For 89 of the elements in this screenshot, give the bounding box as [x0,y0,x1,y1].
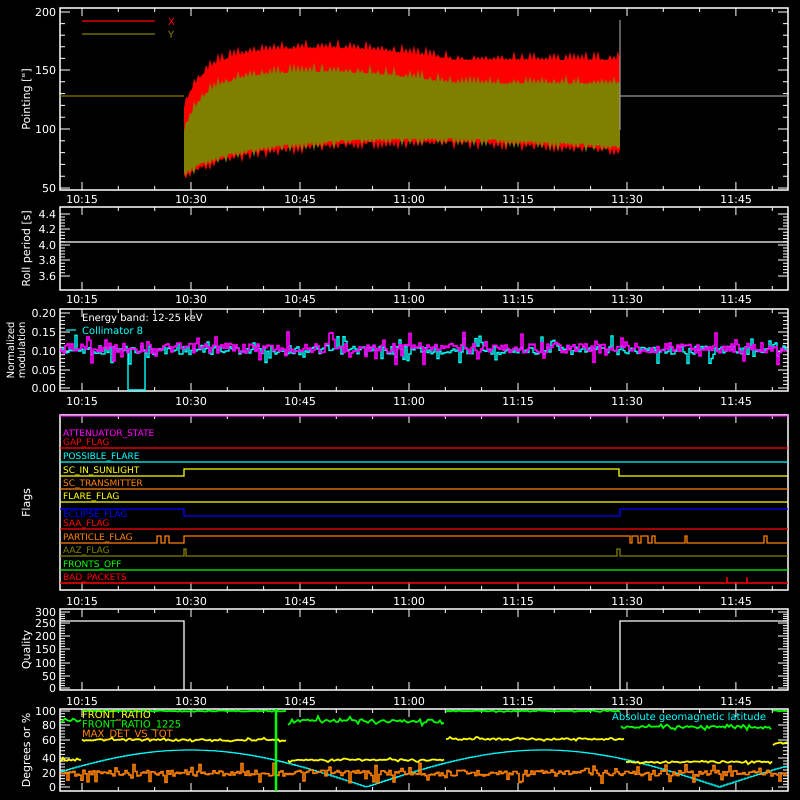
tick-label: 0.20 [32,307,56,320]
flag-label: SC_IN_SUNLIGHT [63,466,140,476]
tick-label: 4.2 [38,223,56,236]
tick-label: 4.0 [38,239,56,252]
time-tick-label: 11:30 [611,293,643,306]
time-tick-label: 10:45 [284,193,316,206]
flag-label: FRONTS_OFF [63,560,122,570]
legend-label: MAX_DET_VS_TOT [82,729,173,740]
y-axis-label: Quality [20,630,33,670]
flag-label: ECLIPSE_FLAG [63,510,128,520]
tick-label: 50 [42,670,56,683]
time-tick-label: 10:30 [175,395,207,408]
y-axis-label: modulation [17,322,28,378]
time-tick-label: 11:45 [720,293,752,306]
time-tick-label: 10:15 [66,293,98,306]
time-tick-label: 10:15 [66,395,98,408]
flag-label: PARTICLE_FLAG [63,533,133,543]
tick-label: 100 [35,705,56,718]
time-tick-label: 11:30 [611,193,643,206]
time-tick-label: 10:45 [284,293,316,306]
legend-label: FRONT_RATIO_1225 [82,720,182,730]
y-axis-label: Roll period [s] [20,210,33,287]
flag-label: SAA_FLAG [63,519,110,529]
time-tick-label: 11:45 [720,193,752,206]
time-tick-label: 11:45 [720,395,752,408]
time-tick-label: 11:00 [393,193,425,206]
tick-label: 80 [42,719,56,732]
time-tick-label: 11:00 [393,695,425,708]
tick-label: 200 [35,630,56,643]
time-tick-label: 11:15 [502,595,534,608]
flag-label: GAP_FLAG [63,438,110,448]
y-axis-label: Pointing ["] [20,68,33,130]
time-tick-label: 11:15 [502,193,534,206]
flag-label: POSSIBLE_FLARE [63,452,140,462]
time-tick-label: 11:15 [502,395,534,408]
tick-label: 3.6 [38,270,56,283]
time-tick-label: 10:30 [175,595,207,608]
time-tick-label: 11:00 [393,293,425,306]
tick-label: 250 [35,617,56,630]
tick-label: 150 [35,643,56,656]
y-axis-label: Flags [20,488,33,517]
time-tick-label: 11:45 [720,695,752,708]
time-tick-label: 10:45 [284,695,316,708]
legend-label: X [168,17,175,28]
time-tick-label: 11:15 [502,695,534,708]
y-axis-label: Degrees or % [20,712,33,788]
legend-label: Collimator 8 [82,326,143,337]
flag-label: SC_TRANSMITTER [63,479,143,489]
legend-label: FRONT_RATIO [82,710,151,721]
legend-label: Absolute geomagnetic latitude [612,712,766,723]
tick-label: 4.4 [38,208,56,221]
tick-label: 150 [35,64,56,77]
tick-label: 100 [35,657,56,670]
time-tick-label: 11:30 [611,595,643,608]
time-tick-label: 10:30 [175,293,207,306]
time-tick-label: 11:00 [393,595,425,608]
tick-label: 20 [42,767,56,780]
time-tick-label: 10:30 [175,695,207,708]
time-tick-label: 11:45 [720,595,752,608]
time-tick-label: 11:30 [611,695,643,708]
tick-label: 300 [35,606,56,619]
tick-label: 0.15 [32,326,56,339]
time-tick-label: 10:15 [66,695,98,708]
tick-label: 0 [49,781,56,794]
tick-label: 0.00 [32,382,56,395]
legend-label: Y [168,30,174,41]
tick-label: 0.10 [32,345,56,358]
tick-label: 0.05 [32,364,56,377]
tick-label: 3.8 [38,254,56,267]
time-tick-label: 10:15 [66,595,98,608]
time-tick-label: 10:30 [175,193,207,206]
time-tick-label: 11:15 [502,293,534,306]
tick-label: 50 [42,182,56,195]
tick-label: 100 [35,123,56,136]
tick-label: 0 [49,682,56,695]
tick-label: 200 [35,6,56,19]
time-tick-label: 10:15 [66,193,98,206]
tick-label: 40 [42,752,56,765]
time-tick-label: 11:00 [393,395,425,408]
time-tick-label: 10:45 [284,395,316,408]
energy-band-label: Energy band: 12-25 keV [82,313,203,324]
time-tick-label: 10:45 [284,595,316,608]
flag-label: AAZ_FLAG [63,546,110,556]
y-axis-label: Normalized [6,322,17,378]
time-tick-label: 11:30 [611,395,643,408]
tick-label: 60 [42,734,56,747]
flag-label: ATTENUATOR_STATE [63,429,154,439]
flag-label: FLARE_FLAG [63,492,120,502]
flag-label: BAD_PACKETS [63,573,127,583]
